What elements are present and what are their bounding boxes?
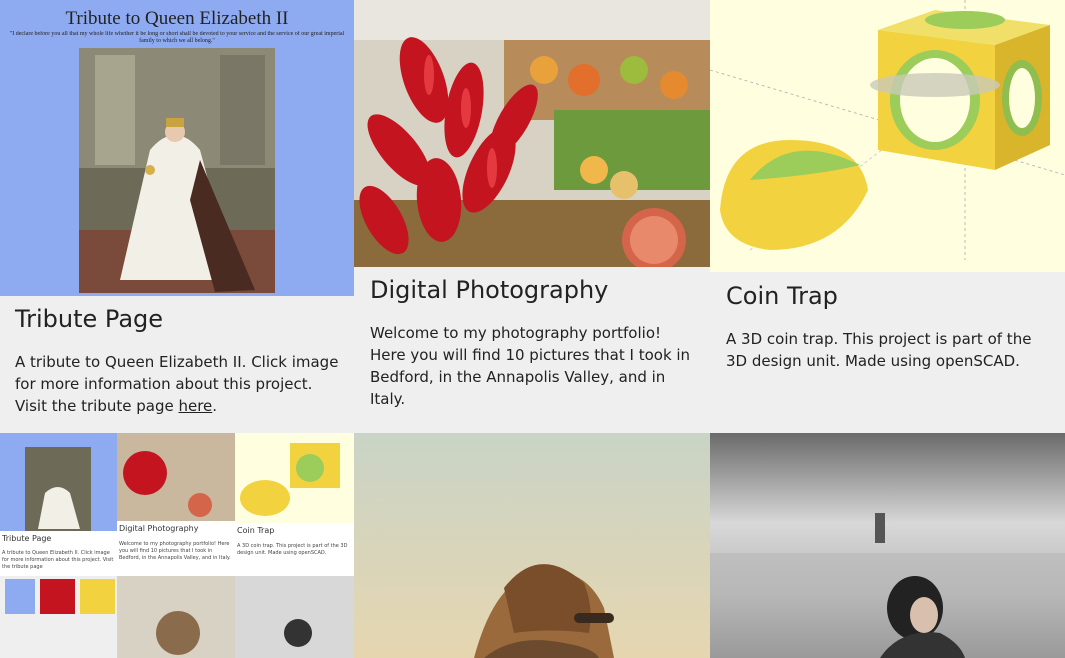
thumb-text-coin-trap: A 3D coin trap. This project is part of … xyxy=(237,543,348,556)
project-grid: Tribute to Queen Elizabeth II "I declare… xyxy=(0,0,1065,658)
tribute-image[interactable]: Tribute to Queen Elizabeth II "I declare… xyxy=(0,0,354,296)
tribute-link[interactable]: here xyxy=(178,397,212,415)
description-text: A tribute to Queen Elizabeth II. Click i… xyxy=(15,353,339,415)
card-title: Tribute Page xyxy=(15,305,164,333)
card-title: Digital Photography xyxy=(370,276,609,304)
tribute-image-quote: "I declare before you all that my whole … xyxy=(9,31,345,44)
card-title: Coin Trap xyxy=(726,282,838,310)
coin-trap-image[interactable] xyxy=(710,0,1065,272)
thumb-text-photography: Welcome to my photography portfolio! Her… xyxy=(119,541,231,561)
thumb-label-photography: Digital Photography xyxy=(119,524,199,533)
subway-photo-image[interactable] xyxy=(710,433,1065,658)
project-card-tribute[interactable]: Tribute to Queen Elizabeth II "I declare… xyxy=(0,0,354,433)
portfolio-thumbnail-image[interactable]: Tribute Page Digital Photography Coin Tr… xyxy=(0,433,354,658)
description-end: . xyxy=(212,397,218,415)
card-description: Welcome to my photography portfolio! Her… xyxy=(370,324,691,408)
project-card-coin-trap[interactable]: Coin Trap A 3D coin trap. This project i… xyxy=(710,0,1065,433)
tribute-image-heading: Tribute to Queen Elizabeth II xyxy=(65,8,288,29)
project-card-photography[interactable]: Digital Photography Welcome to my photog… xyxy=(354,0,710,433)
portrait-photo-image[interactable] xyxy=(354,433,710,658)
photography-image[interactable] xyxy=(354,0,710,267)
card-description: A 3D coin trap. This project is part of … xyxy=(726,330,1032,370)
thumb-label-tribute: Tribute Page xyxy=(2,534,52,543)
thumb-label-coin-trap: Coin Trap xyxy=(237,526,275,535)
card-description: A tribute to Queen Elizabeth II. Click i… xyxy=(15,351,345,417)
thumb-text-tribute: A tribute to Queen Elizabeth II. Click i… xyxy=(2,550,114,570)
